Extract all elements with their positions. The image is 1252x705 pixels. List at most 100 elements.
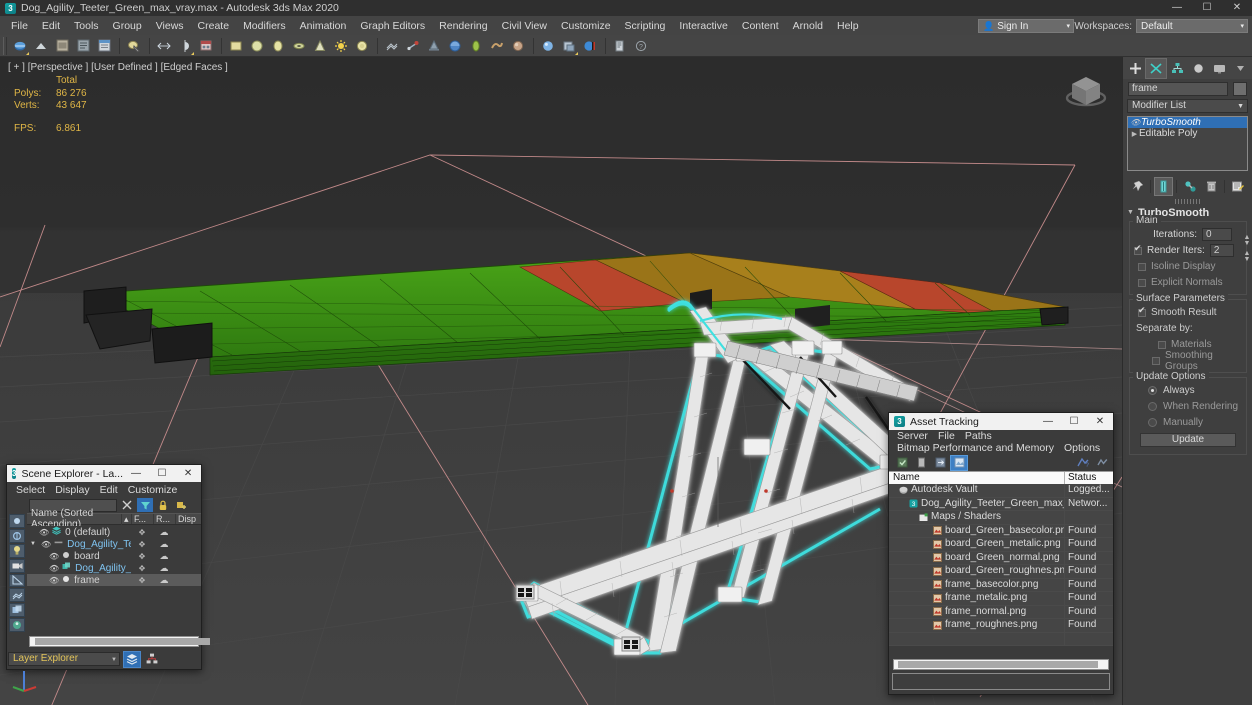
scene-explorer-tree[interactable]: 👁 0 (default) ✥ ☁ ▼ 👁 Dog_Agility_Teeter… bbox=[27, 526, 201, 618]
light-icon[interactable] bbox=[331, 36, 351, 56]
configure-sets-icon[interactable] bbox=[1229, 178, 1246, 195]
list-item[interactable]: 👁 0 (default) ✥ ☁ bbox=[27, 526, 201, 538]
minimize-button[interactable]: — bbox=[1162, 0, 1192, 16]
help-icon[interactable]: ? bbox=[631, 36, 651, 56]
se-menu-display[interactable]: Display bbox=[50, 484, 94, 496]
menu-help[interactable]: Help bbox=[830, 18, 866, 34]
angle-snap-icon[interactable] bbox=[403, 36, 423, 56]
box-primitive-icon[interactable] bbox=[226, 36, 246, 56]
align-icon[interactable] bbox=[175, 36, 195, 56]
spinner-arrows-icon[interactable]: ▲▼ bbox=[1243, 235, 1251, 248]
column-render-header[interactable]: R... bbox=[153, 514, 175, 524]
scrollbar-thumb[interactable] bbox=[898, 661, 1098, 668]
snaps-toggle-icon[interactable] bbox=[382, 36, 402, 56]
camera-icon[interactable] bbox=[352, 36, 372, 56]
at-menu-file[interactable]: File bbox=[933, 430, 960, 442]
update-when-rendering-row[interactable]: When Rendering bbox=[1134, 400, 1242, 413]
list-item[interactable]: 👁 Dog_Agility_Teeter_Green ✥ ☁ bbox=[27, 562, 201, 574]
mirror-icon[interactable] bbox=[154, 36, 174, 56]
list-item[interactable]: 👁 board ✥ ☁ bbox=[27, 550, 201, 562]
chevron-right-icon[interactable]: ▶ bbox=[1130, 130, 1139, 138]
visibility-eye-icon[interactable]: 👁 bbox=[49, 552, 59, 561]
layer-manager-icon[interactable] bbox=[196, 36, 216, 56]
list-item[interactable]: ▼ 👁 Dog_Agility_Teeter_Green ✥ ☁ bbox=[27, 538, 201, 550]
smooth-result-checkbox[interactable] bbox=[1138, 309, 1146, 317]
torus-primitive-icon[interactable] bbox=[289, 36, 309, 56]
modifier-stack-item-editable-poly[interactable]: ▶ Editable Poly bbox=[1128, 128, 1247, 139]
column-name-header[interactable]: Name bbox=[889, 472, 1065, 484]
frozen-cell[interactable]: ✥ bbox=[131, 564, 153, 573]
spinner-arrows-icon[interactable]: ▲▼ bbox=[1243, 251, 1251, 264]
toolbar-grip[interactable] bbox=[3, 37, 7, 55]
render-cell[interactable]: ☁ bbox=[153, 575, 175, 586]
sphere-primitive-icon[interactable] bbox=[247, 36, 267, 56]
cylinder-primitive-icon[interactable] bbox=[268, 36, 288, 56]
object-color-swatch[interactable] bbox=[1233, 82, 1247, 96]
update-manually-row[interactable]: Manually bbox=[1134, 416, 1242, 429]
geometry-filter-icon[interactable] bbox=[9, 529, 25, 543]
explorer-mode-dropdown[interactable]: Layer Explorer ▼ bbox=[8, 652, 120, 666]
table-row[interactable]: board_Green_metalic.png Found bbox=[889, 538, 1113, 552]
render-setup-icon[interactable] bbox=[424, 36, 444, 56]
materials-checkbox[interactable] bbox=[1158, 341, 1166, 349]
object-name-field[interactable]: frame bbox=[1128, 82, 1228, 96]
render-production-icon[interactable] bbox=[466, 36, 486, 56]
maximize-button[interactable]: ☐ bbox=[1061, 416, 1087, 427]
at-menu-options[interactable]: Options bbox=[1059, 442, 1105, 454]
menu-animation[interactable]: Animation bbox=[293, 18, 354, 34]
pin-stack-icon[interactable] bbox=[1129, 178, 1146, 195]
menu-civil-view[interactable]: Civil View bbox=[495, 18, 554, 34]
update-always-row[interactable]: Always bbox=[1134, 384, 1242, 397]
render-iters-checkbox[interactable] bbox=[1134, 247, 1142, 255]
smooth-result-row[interactable]: Smooth Result bbox=[1134, 306, 1242, 319]
se-menu-customize[interactable]: Customize bbox=[123, 484, 183, 496]
list-item[interactable]: 👁 frame ✥ ☁ bbox=[27, 574, 201, 586]
help-icon[interactable]: ? bbox=[1075, 456, 1091, 470]
update-when-rendering-radio[interactable] bbox=[1148, 402, 1157, 411]
scene-explorer-titlebar[interactable]: 3 Scene Explorer - La... — ☐ ✕ bbox=[7, 465, 201, 482]
close-button[interactable]: ✕ bbox=[1087, 416, 1113, 427]
add-icon[interactable] bbox=[173, 498, 189, 512]
view-cube[interactable] bbox=[1060, 65, 1112, 117]
frozen-cell[interactable]: ✥ bbox=[131, 528, 153, 537]
menu-modifiers[interactable]: Modifiers bbox=[236, 18, 293, 34]
undo-icon[interactable] bbox=[10, 36, 30, 56]
explicit-normals-checkbox[interactable] bbox=[1138, 279, 1146, 287]
settings-icon[interactable] bbox=[1094, 456, 1110, 470]
close-button[interactable]: ✕ bbox=[175, 468, 201, 479]
utilities-tab[interactable] bbox=[1231, 59, 1251, 78]
isoline-display-checkbox[interactable] bbox=[1138, 263, 1146, 271]
frozen-cell[interactable]: ✥ bbox=[131, 552, 153, 561]
menu-views[interactable]: Views bbox=[149, 18, 191, 34]
smoothing-groups-row[interactable]: Smoothing Groups bbox=[1134, 354, 1242, 367]
table-row[interactable]: board_Green_basecolor.png Found bbox=[889, 525, 1113, 539]
isoline-display-row[interactable]: Isoline Display bbox=[1134, 260, 1242, 273]
remove-modifier-icon[interactable] bbox=[1203, 178, 1220, 195]
hierarchy-tab[interactable] bbox=[1167, 59, 1187, 78]
visibility-eye-icon[interactable]: 👁 bbox=[39, 528, 49, 537]
maximize-button[interactable]: ☐ bbox=[1192, 0, 1222, 16]
unlink-icon[interactable] bbox=[73, 36, 93, 56]
menu-scripting[interactable]: Scripting bbox=[618, 18, 673, 34]
scene-converter-icon[interactable] bbox=[580, 36, 600, 56]
make-unique-icon[interactable] bbox=[1182, 178, 1199, 195]
column-frozen-header[interactable]: F... bbox=[131, 514, 153, 524]
modifier-stack[interactable]: 👁 TurboSmooth ▶ Editable Poly bbox=[1127, 116, 1248, 171]
minimize-button[interactable]: — bbox=[123, 468, 149, 479]
scrollbar-thumb[interactable] bbox=[35, 638, 210, 645]
table-row[interactable]: Maps / Shaders bbox=[889, 511, 1113, 525]
lights-filter-icon[interactable] bbox=[9, 544, 25, 558]
select-object-icon[interactable] bbox=[9, 514, 25, 528]
table-row[interactable]: Autodesk Vault Logged... bbox=[889, 484, 1113, 498]
material-editor-icon[interactable] bbox=[508, 36, 528, 56]
select-link-icon[interactable] bbox=[52, 36, 72, 56]
bind-space-warp-icon[interactable] bbox=[94, 36, 114, 56]
menu-group[interactable]: Group bbox=[106, 18, 149, 34]
menu-arnold[interactable]: Arnold bbox=[786, 18, 830, 34]
render-cell[interactable]: ☁ bbox=[153, 539, 175, 550]
table-row[interactable]: 3 Dog_Agility_Teeter_Green_max_vray.max … bbox=[889, 498, 1113, 512]
column-display-header[interactable]: Disp bbox=[175, 514, 201, 524]
iterations-spinner[interactable]: 0 bbox=[1202, 228, 1232, 241]
menu-file[interactable]: File bbox=[4, 18, 35, 34]
render-iters-spinner[interactable]: 2 bbox=[1210, 244, 1234, 257]
